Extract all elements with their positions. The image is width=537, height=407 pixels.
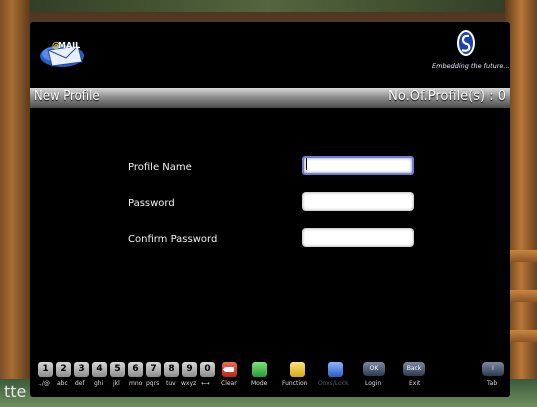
brand-mark-icon xyxy=(457,30,475,56)
key-9-label: wxyz xyxy=(181,380,197,387)
key-6-label: mno xyxy=(129,380,143,387)
tab-label: Tab xyxy=(487,380,498,387)
key-0[interactable]: 0 xyxy=(200,362,215,377)
profile-name-input[interactable] xyxy=(302,156,414,175)
key-7-label: pqrs xyxy=(146,380,160,387)
key-3[interactable]: 3 xyxy=(74,362,89,377)
key-5-label: jkl xyxy=(113,380,120,387)
key-0-label: ⟷ xyxy=(201,380,210,387)
key-2[interactable]: 2 xyxy=(56,362,71,377)
blue-label: Ooxs/Lock xyxy=(318,380,349,387)
key-6[interactable]: 6 xyxy=(128,362,143,377)
brand-tagline: Embedding the future... xyxy=(432,62,510,70)
tv-background-top xyxy=(0,0,537,12)
profile-name-label: Profile Name xyxy=(128,162,192,173)
text-caret xyxy=(306,158,307,170)
clear-icon xyxy=(223,367,234,372)
clear-button[interactable] xyxy=(222,362,237,377)
key-3-label: def xyxy=(75,380,85,387)
password-input[interactable] xyxy=(302,192,414,211)
profile-count: No.Of.Profile(s) : 0 xyxy=(388,89,506,104)
function-label: Function xyxy=(282,380,308,387)
key-2-label: abc xyxy=(57,380,68,387)
svg-text:@: @ xyxy=(52,41,60,50)
key-9[interactable]: 9 xyxy=(182,362,197,377)
channel-text: tte xyxy=(4,382,27,401)
login-label: Login xyxy=(365,380,382,387)
menu-panel: MAIL @ Embedding the future... New Profi… xyxy=(30,22,510,397)
ok-button[interactable]: OK xyxy=(363,362,385,376)
key-8[interactable]: 8 xyxy=(164,362,179,377)
tv-background-left xyxy=(0,0,30,400)
confirm-password-input[interactable] xyxy=(302,228,414,247)
key-4[interactable]: 4 xyxy=(92,362,107,377)
title-bar: New Profile No.Of.Profile(s) : 0 xyxy=(30,88,510,108)
keypad-footer: 1 .,/@ 2 abc 3 def 4 ghi 5 jkl 6 mno 7 p… xyxy=(38,362,508,394)
function-button[interactable] xyxy=(290,362,305,377)
key-5[interactable]: 5 xyxy=(110,362,125,377)
blue-button[interactable] xyxy=(328,362,343,377)
mode-button[interactable] xyxy=(252,362,267,377)
tab-button[interactable]: i xyxy=(482,362,504,376)
brand-logo: Embedding the future... xyxy=(432,30,510,82)
confirm-password-label: Confirm Password xyxy=(128,234,218,245)
password-label: Password xyxy=(128,198,175,209)
clear-label: Clear xyxy=(221,380,237,387)
key-4-label: ghi xyxy=(94,380,104,387)
exit-label: Exit xyxy=(409,380,421,387)
email-logo: MAIL @ xyxy=(38,36,96,68)
svg-text:MAIL: MAIL xyxy=(58,41,80,50)
key-8-label: tuv xyxy=(166,380,176,387)
key-1-label: .,/@ xyxy=(38,380,50,387)
key-1[interactable]: 1 xyxy=(38,362,53,377)
page-title: New Profile xyxy=(34,89,100,104)
key-7[interactable]: 7 xyxy=(146,362,161,377)
mode-label: Mode xyxy=(251,380,268,387)
back-button[interactable]: Back xyxy=(403,362,425,376)
